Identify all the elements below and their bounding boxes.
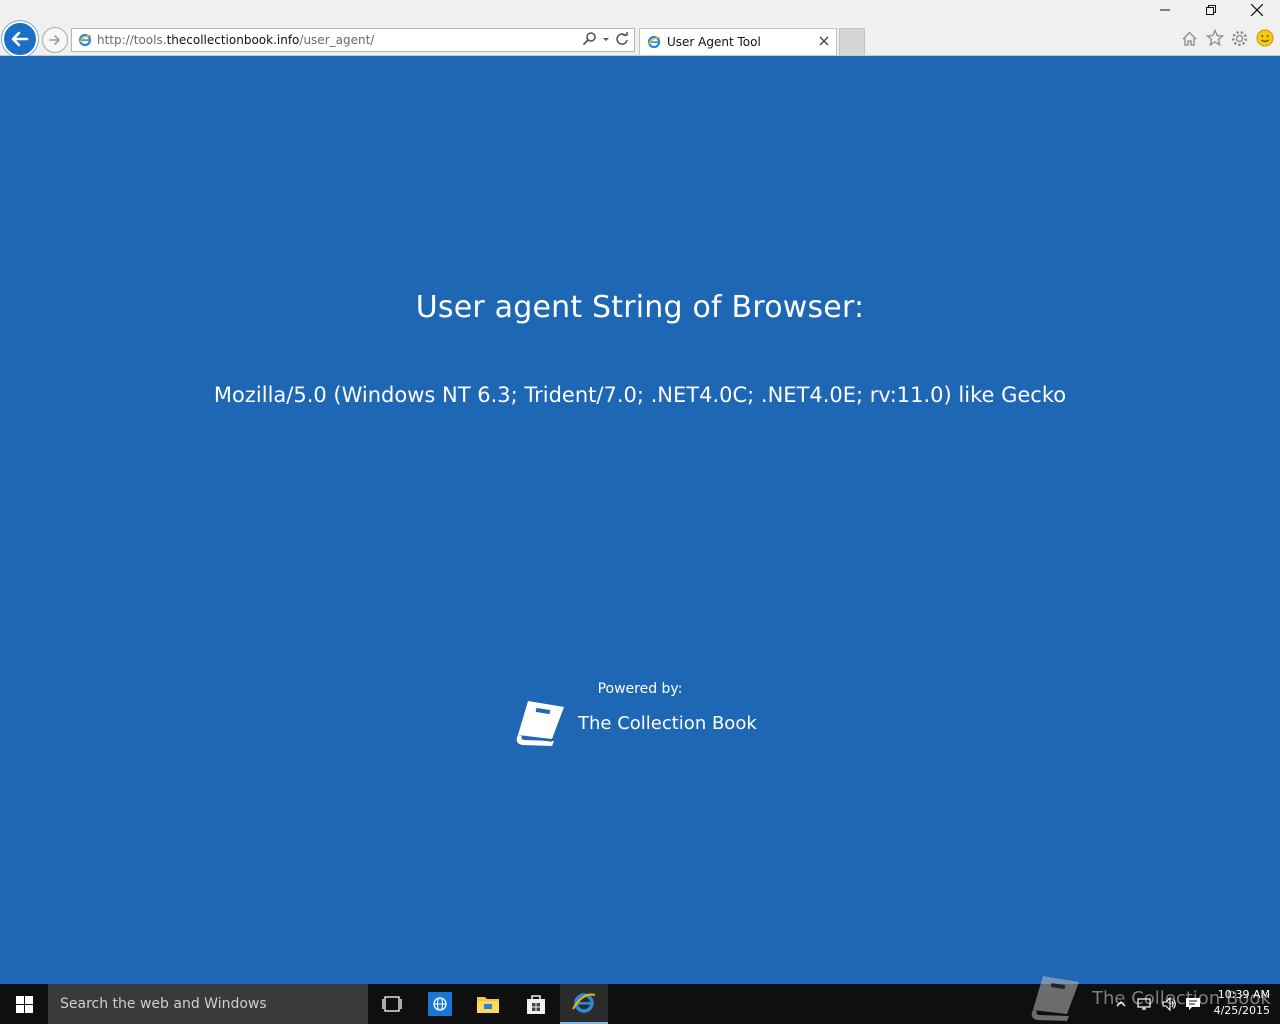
taskbar-app-store[interactable] (512, 984, 560, 1024)
clock-date: 4/25/2015 (1213, 1004, 1270, 1017)
dropdown-arrow-icon[interactable] (602, 31, 610, 47)
search-icon[interactable] (582, 31, 598, 47)
action-center-icon[interactable] (1184, 995, 1202, 1013)
refresh-icon[interactable] (614, 31, 630, 47)
store-bag-icon (527, 995, 545, 1014)
back-button[interactable] (2, 21, 38, 57)
address-url[interactable]: http://tools.thecollectionbook.info/user… (97, 33, 374, 47)
arrow-right-icon (49, 35, 60, 45)
task-view-button[interactable] (368, 984, 416, 1024)
book-watermark-icon (1031, 976, 1079, 1021)
tab-user-agent-tool[interactable]: User Agent Tool (639, 28, 837, 55)
taskbar-app-internet-explorer[interactable] (560, 984, 608, 1024)
globe-app-icon (428, 992, 452, 1016)
page-content: User agent String of Browser: Mozilla/5.… (0, 56, 1280, 984)
ie-favicon-icon (646, 34, 662, 50)
favorites-star-icon[interactable] (1205, 28, 1224, 48)
minimize-button[interactable] (1142, 0, 1188, 20)
new-tab-button[interactable] (839, 28, 865, 55)
close-window-button[interactable] (1234, 0, 1280, 20)
minimize-icon (1160, 9, 1170, 11)
restore-icon (1206, 5, 1216, 15)
task-view-icon (382, 996, 402, 1012)
clock-time: 10:39 AM (1217, 988, 1270, 1001)
internet-explorer-icon (572, 993, 596, 1013)
brand-link[interactable]: The Collection Book (514, 699, 757, 747)
browser-toolbar-right (1180, 28, 1274, 48)
url-protocol: http://tools. (97, 33, 167, 47)
taskbar: Search the web and Windows The Collectio… (0, 976, 1280, 1024)
brand-name: The Collection Book (578, 712, 757, 734)
arrow-left-icon (11, 31, 29, 47)
windows-logo-icon (15, 995, 33, 1013)
book-icon (516, 701, 564, 746)
volume-icon[interactable] (1160, 995, 1178, 1013)
taskbar-search-input[interactable]: Search the web and Windows (48, 984, 368, 1024)
ie-favicon-icon (77, 32, 93, 48)
system-clock[interactable]: 10:39 AM 4/25/2015 (1206, 987, 1270, 1019)
powered-by-label: Powered by: (597, 681, 683, 697)
gear-icon[interactable] (1230, 28, 1249, 48)
close-icon (1251, 4, 1263, 16)
forward-button[interactable] (42, 27, 68, 53)
chevron-up-icon[interactable] (1112, 995, 1130, 1013)
home-icon[interactable] (1180, 28, 1199, 48)
smiley-feedback-icon[interactable] (1255, 28, 1274, 48)
url-domain: thecollectionbook.info (166, 33, 300, 47)
address-tools (582, 31, 630, 47)
start-button[interactable] (0, 984, 48, 1024)
network-icon[interactable] (1136, 995, 1154, 1013)
page-title: User agent String of Browser: (415, 290, 865, 325)
address-bar[interactable]: http://tools.thecollectionbook.info/user… (71, 28, 635, 52)
user-agent-string: Mozilla/5.0 (Windows NT 6.3; Trident/7.0… (213, 383, 1067, 407)
folder-icon (477, 997, 499, 1013)
close-tab-icon[interactable] (817, 34, 831, 48)
tab-title: User Agent Tool (667, 35, 761, 49)
restore-button[interactable] (1188, 0, 1234, 20)
taskbar-app-file-explorer[interactable] (464, 984, 512, 1024)
taskbar-app-browser[interactable] (416, 984, 464, 1024)
tray-icons (1112, 984, 1202, 1024)
browser-chrome: http://tools.thecollectionbook.info/user… (0, 0, 1280, 57)
window-controls (1142, 0, 1280, 20)
url-path: /user_agent/ (299, 33, 375, 47)
